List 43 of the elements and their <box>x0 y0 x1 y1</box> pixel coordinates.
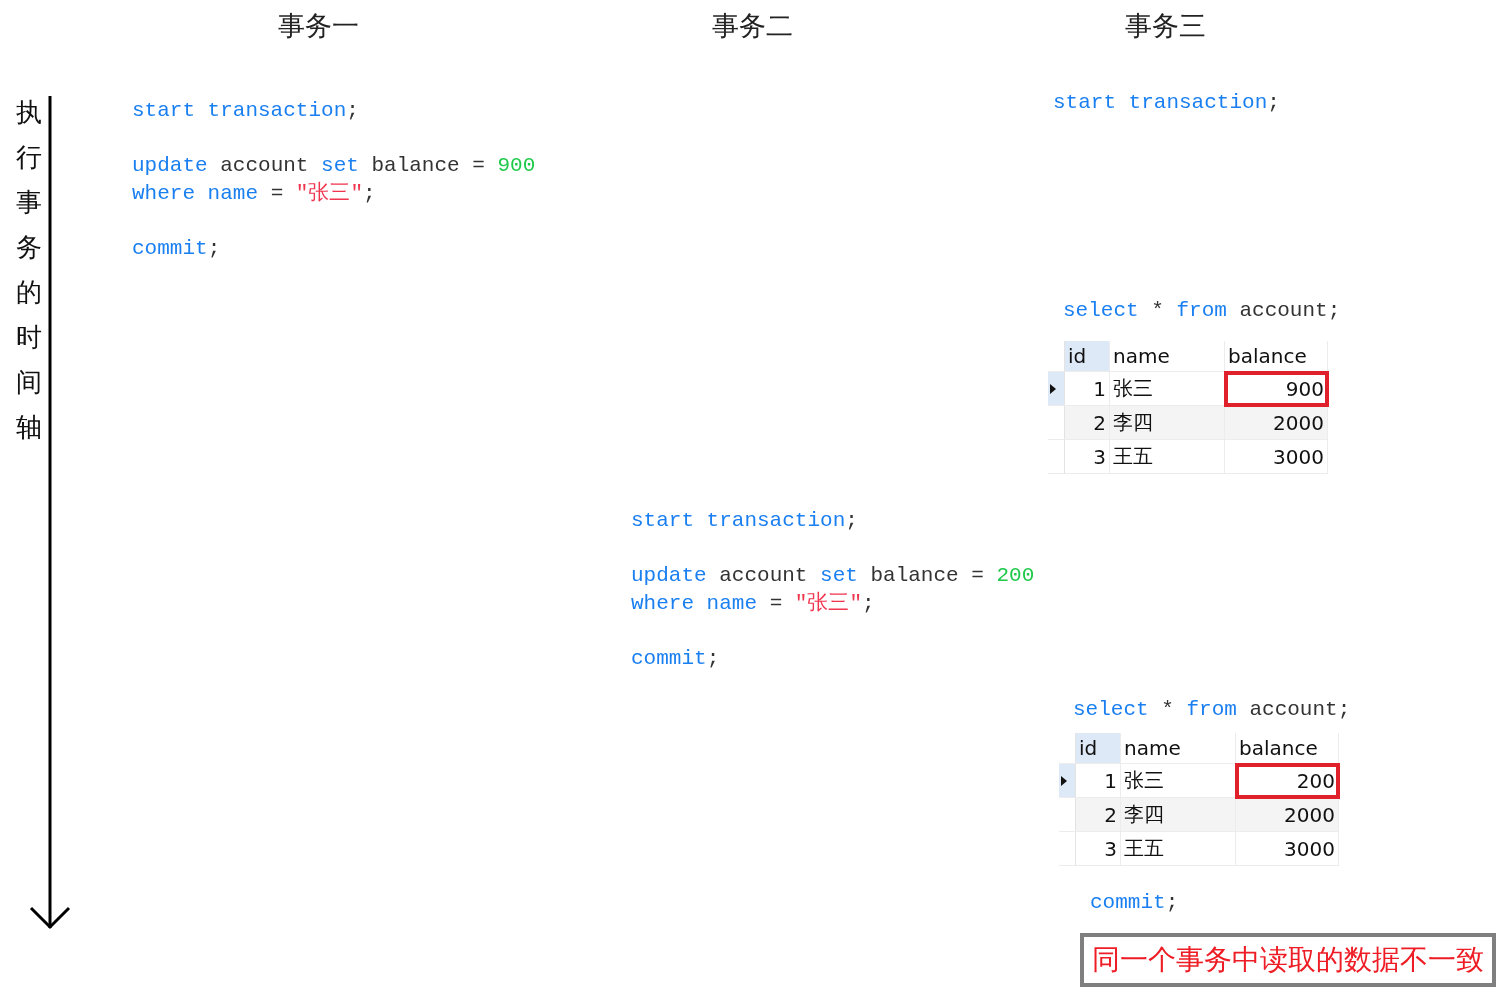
code-line: commit; <box>132 235 222 262</box>
current-row-icon <box>1050 383 1056 394</box>
axis-label: 执行事务的时间轴 <box>16 96 42 444</box>
column-header[interactable]: balance <box>1235 733 1339 764</box>
code-line: update account set balance = 900 <box>132 153 536 179</box>
code-line: commit; <box>631 645 721 672</box>
table-cell: 3 <box>1064 439 1110 474</box>
code-line: update account set balance = 200 <box>631 563 1035 589</box>
column-header[interactable]: id <box>1075 733 1121 764</box>
table-cell: 3000 <box>1235 831 1339 866</box>
column-header[interactable]: id <box>1064 341 1110 372</box>
code-line: start transaction; <box>1053 90 1280 116</box>
table-cell: 2000 <box>1235 797 1339 832</box>
code-line: where name = "张三"; <box>132 180 377 207</box>
code-line: start transaction; <box>631 508 859 534</box>
column-header[interactable]: name <box>1109 341 1225 372</box>
note-box: 同一个事务中读取的数据不一致 <box>1080 933 1496 987</box>
table-cell: 900 <box>1224 371 1328 406</box>
table-cell: 3 <box>1075 831 1121 866</box>
table-cell: 2 <box>1064 405 1110 440</box>
table-cell: 王五 <box>1120 831 1236 866</box>
code-line: start transaction; <box>132 98 360 124</box>
table-cell: 张三 <box>1120 763 1236 798</box>
column-header[interactable]: balance <box>1224 341 1328 372</box>
column-title: 事务一 <box>277 9 359 43</box>
table-cell: 李四 <box>1109 405 1225 440</box>
column-title: 事务三 <box>1124 9 1206 43</box>
table-cell: 2 <box>1075 797 1121 832</box>
table-cell: 1 <box>1075 763 1121 798</box>
column-header[interactable]: name <box>1120 733 1236 764</box>
table-cell: 1 <box>1064 371 1110 406</box>
table-cell: 2000 <box>1224 405 1328 440</box>
table-cell: 王五 <box>1109 439 1225 474</box>
table-cell: 3000 <box>1224 439 1328 474</box>
table-cell: 200 <box>1235 763 1339 798</box>
table-cell: 张三 <box>1109 371 1225 406</box>
code-line: select * from account; <box>1063 298 1341 324</box>
code-line: commit; <box>1090 890 1179 916</box>
code-line: where name = "张三"; <box>631 590 876 617</box>
column-title: 事务二 <box>711 9 793 43</box>
current-row-icon <box>1061 775 1067 786</box>
code-line: select * from account; <box>1073 697 1351 723</box>
table-cell: 李四 <box>1120 797 1236 832</box>
